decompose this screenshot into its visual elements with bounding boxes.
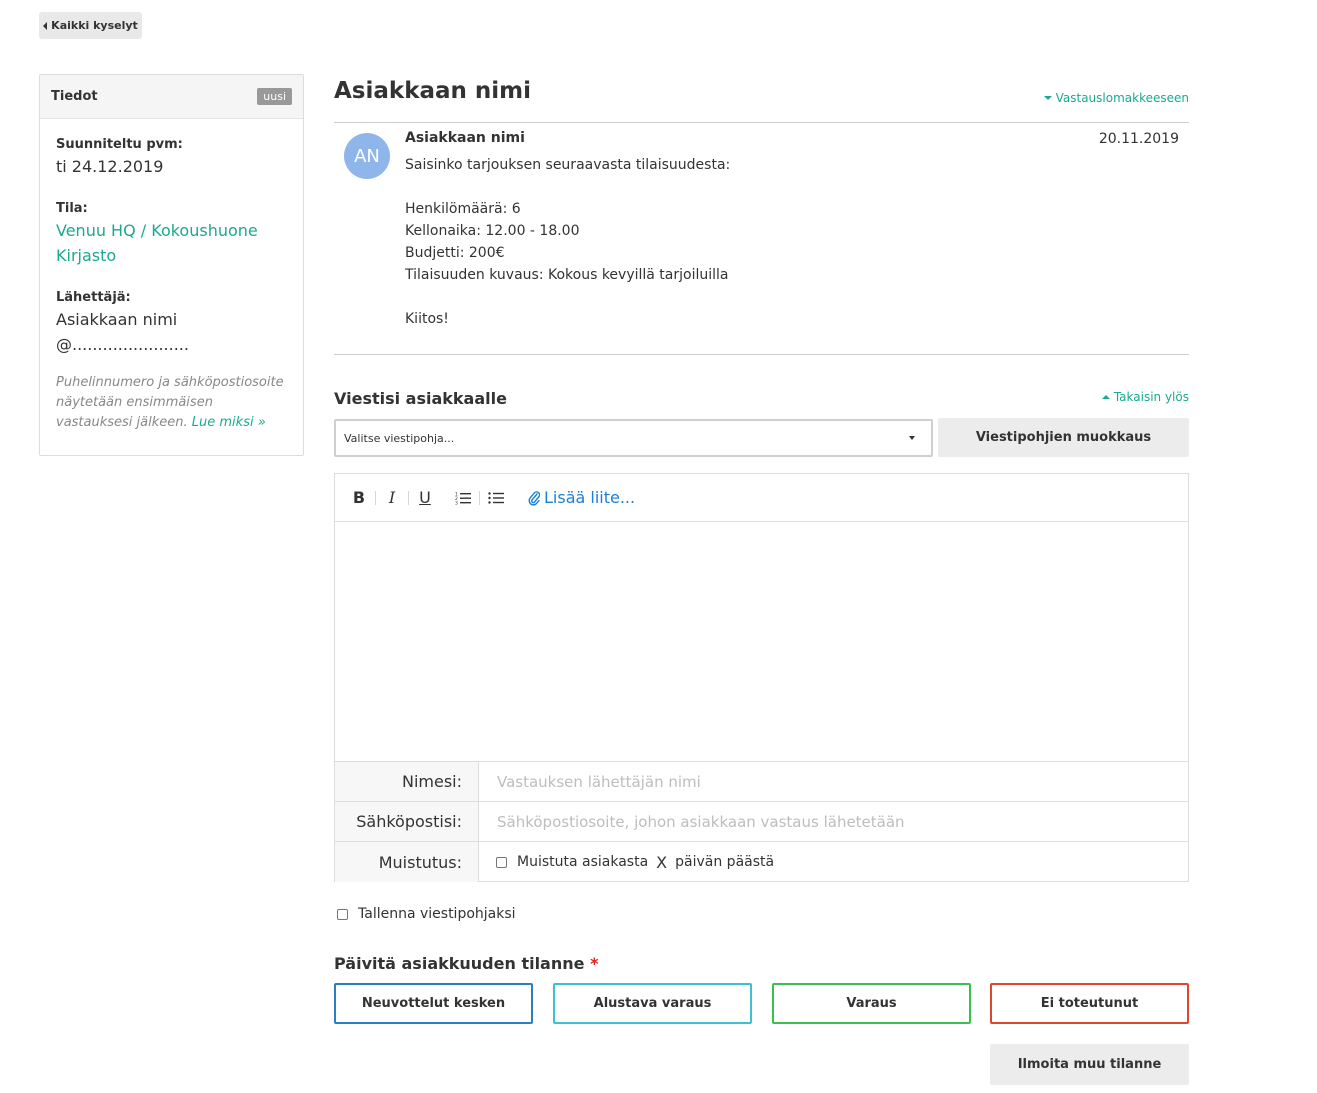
message-line: Kellonaika: 12.00 - 18.00 — [405, 223, 580, 239]
message-line: Tilaisuuden kuvaus: Kokous kevyillä tarj… — [405, 267, 729, 283]
template-select-value: Valitse viestipohja... — [344, 431, 455, 445]
email-label: Sähköpostisi: — [335, 802, 479, 841]
message-editor: B I U 1 2 3 Lisää liite... Nimesi: Vasta… — [334, 473, 1189, 882]
chevron-down-icon — [909, 436, 915, 440]
divider — [334, 354, 1189, 355]
read-why-link[interactable]: Lue miksi » — [192, 415, 266, 430]
italic-button[interactable]: I — [380, 486, 404, 510]
add-attachment-link[interactable]: Lisää liite... — [528, 488, 635, 507]
space-link-line1: Venuu HQ / Kokoushuone — [56, 221, 258, 240]
message-line: Henkilömäärä: 6 — [405, 201, 521, 217]
planned-date-value: ti 24.12.2019 — [56, 157, 164, 176]
reminder-text-after: päivän päästä — [675, 854, 775, 870]
reminder-label: Muistutus: — [335, 842, 479, 882]
status-negotiating-button[interactable]: Neuvottelut kesken — [334, 983, 533, 1024]
space-link-line2: Kirjasto — [56, 246, 117, 265]
bullet-list-button[interactable] — [484, 486, 508, 510]
status-heading: Päivitä asiakkuuden tilanne * — [334, 954, 598, 973]
template-select[interactable]: Valitse viestipohja... — [334, 419, 933, 457]
message-line: Budjetti: 200€ — [405, 245, 505, 261]
reminder-days-value[interactable]: X — [656, 853, 667, 872]
space-label: Tila: — [56, 201, 88, 216]
page-title: Asiakkaan nimi — [334, 78, 532, 104]
message-line: Saisinko tarjouksen seuraavasta tilaisuu… — [405, 157, 731, 173]
message-sender: Asiakkaan nimi — [405, 130, 525, 146]
sender-name: Asiakkaan nimi — [56, 310, 178, 329]
message-line — [405, 286, 730, 308]
status-heading-text: Päivitä asiakkuuden tilanne — [334, 954, 585, 973]
info-panel: Tiedot uusi Suunniteltu pvm: ti 24.12.20… — [39, 74, 304, 456]
name-label: Nimesi: — [335, 762, 479, 801]
info-panel-header: Tiedot uusi — [40, 75, 303, 119]
divider — [334, 122, 1189, 123]
name-input[interactable] — [495, 771, 1188, 792]
caret-up-icon — [1101, 395, 1110, 399]
ordered-list-button[interactable]: 1 2 3 — [451, 486, 475, 510]
toolbar-separator — [375, 490, 376, 505]
reminder-checkbox[interactable] — [496, 856, 507, 868]
edit-templates-button[interactable]: Viestipohjien muokkaus — [938, 418, 1189, 457]
reminder-text-before: Muistuta asiakasta — [517, 854, 649, 870]
sender-label: Lähettäjä: — [56, 290, 131, 305]
message-line: Kiitos! — [405, 311, 449, 327]
reply-heading: Viestisi asiakkaalle — [334, 389, 507, 408]
ordered-list-icon: 1 2 3 — [455, 491, 471, 505]
back-button[interactable]: Kaikki kyselyt — [39, 12, 142, 39]
to-form-link-label: Vastauslomakkeeseen — [1055, 91, 1189, 105]
email-row: Sähköpostisi: — [335, 802, 1188, 842]
editor-text-area[interactable] — [335, 522, 1188, 762]
caret-down-icon — [1043, 96, 1052, 100]
sender-email-hidden: @....................... — [56, 335, 189, 354]
other-status-button[interactable]: Ilmoita muu tilanne — [990, 1044, 1189, 1085]
space-link[interactable]: Venuu HQ / Kokoushuone Kirjasto — [56, 218, 287, 268]
back-to-top-label: Takaisin ylös — [1113, 390, 1189, 404]
back-button-label: Kaikki kyselyt — [51, 19, 138, 32]
status-booked-button[interactable]: Varaus — [772, 983, 971, 1024]
back-to-top-link[interactable]: Takaisin ylös — [1101, 390, 1189, 404]
info-panel-title: Tiedot — [51, 89, 98, 104]
name-row: Nimesi: — [335, 762, 1188, 802]
status-preliminary-button[interactable]: Alustava varaus — [553, 983, 752, 1024]
message-body: Saisinko tarjouksen seuraavasta tilaisuu… — [405, 154, 730, 330]
bold-button[interactable]: B — [347, 486, 371, 510]
email-input[interactable] — [495, 811, 1188, 832]
underline-button[interactable]: U — [413, 486, 437, 510]
status-not-realized-button[interactable]: Ei toteutunut — [990, 983, 1189, 1024]
save-template-label: Tallenna viestipohjaksi — [358, 906, 516, 922]
planned-date-label: Suunniteltu pvm: — [56, 137, 183, 152]
paperclip-icon — [528, 490, 540, 506]
add-attachment-label: Lisää liite... — [544, 488, 636, 507]
avatar: AN — [344, 133, 390, 179]
bullet-list-icon — [488, 491, 504, 504]
message-line — [405, 176, 730, 198]
toolbar-separator — [479, 490, 480, 505]
required-mark: * — [590, 954, 599, 973]
svg-text:3: 3 — [455, 500, 458, 505]
save-as-template: Tallenna viestipohjaksi — [337, 906, 516, 922]
message-date: 20.11.2019 — [1098, 131, 1179, 147]
status-badge: uusi — [257, 88, 292, 105]
to-form-link[interactable]: Vastauslomakkeeseen — [1043, 91, 1189, 105]
editor-toolbar: B I U 1 2 3 Lisää liite... — [335, 474, 1188, 522]
contact-info-note: Puhelinnumero ja sähköpostiosoite näytet… — [56, 373, 287, 433]
reminder-row: Muistutus: Muistuta asiakasta X päivän p… — [335, 842, 1188, 882]
chevron-left-icon — [43, 21, 48, 30]
save-template-checkbox[interactable] — [337, 908, 348, 920]
toolbar-separator — [408, 490, 409, 505]
